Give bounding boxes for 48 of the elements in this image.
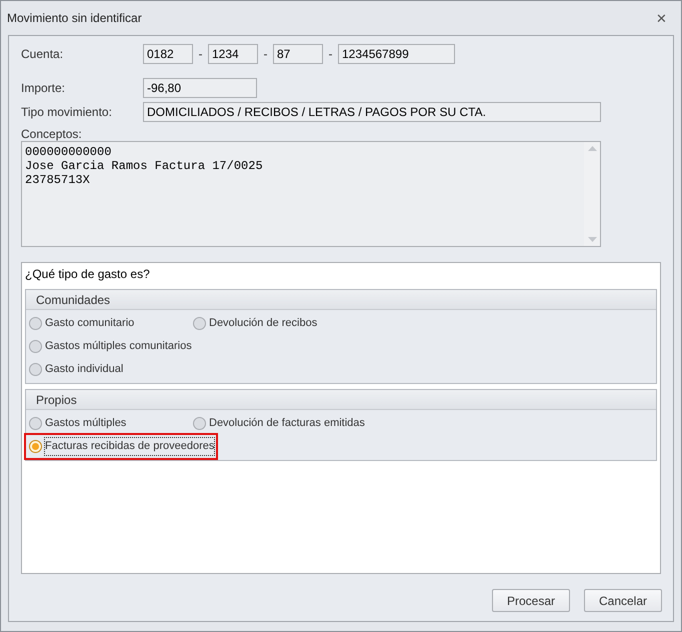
radio-button[interactable] [29,317,42,330]
text-line: 000000000000 [25,145,112,159]
field-label: Importe: [21,80,66,97]
close-button[interactable]: ✕ [656,12,667,24]
radio-option[interactable]: Devolución de recibos [193,312,320,335]
scrollbar[interactable] [584,142,600,246]
separator-text: - [262,46,268,63]
option-label: Devolución de facturas emitidas [209,416,365,432]
radio-button[interactable] [193,317,206,330]
read-only-field[interactable]: DOMICILIADOS / RECIBOS / LETRAS / PAGOS POR SU CTA. [143,102,601,122]
radio-option[interactable]: Facturas recibidas de proveedores [26,435,216,458]
read-only-field[interactable]: 87 [273,44,323,64]
radio-option[interactable]: Gastos múltiples [29,412,193,435]
radio-button[interactable] [29,440,42,453]
text-area[interactable]: 000000000000 Jose Garcia Ramos Factura 17/0025 23785713X [21,141,601,247]
radio-option[interactable]: Gasto individual [29,358,126,381]
dialog-button[interactable]: Procesar [492,589,570,612]
radio-button[interactable] [193,417,206,430]
option-label: Gastos múltiples comunitarios [45,339,192,354]
read-only-field[interactable]: 0182 [143,44,193,64]
field-label: Conceptos: [21,126,83,141]
scroll-down-icon[interactable] [588,237,596,242]
separator-text: - [198,46,204,63]
window-title: Movimiento sin identificar [7,10,142,27]
read-only-field[interactable]: -96,80 [143,78,257,98]
text-line: 23785713X [25,173,91,187]
field-label: Tipo movimiento: [21,104,113,121]
group-header: Comunidades [26,290,656,310]
group-header: Propios [26,390,656,410]
question-text: ¿Qué tipo de gasto es? [25,266,151,283]
radio-option[interactable]: Gasto comunitario [29,312,193,335]
field-label: Cuenta: [21,46,64,63]
radio-option[interactable]: Devolución de facturas emitidas [193,412,367,435]
scroll-up-icon[interactable] [588,146,596,151]
read-only-field[interactable]: 1234567899 [338,44,455,64]
radio-button[interactable] [29,417,42,430]
option-label: Devolución de recibos [209,316,318,332]
option-label: Gasto individual [45,362,124,378]
option-label: Gasto comunitario [45,316,134,332]
dialog-button[interactable]: Cancelar [584,589,662,612]
option-label: Gastos múltiples [45,416,126,432]
radio-button[interactable] [29,340,42,353]
option-label: Facturas recibidas de proveedores [45,438,214,455]
radio-button[interactable] [29,363,42,376]
separator-text: - [328,46,334,63]
read-only-field[interactable]: 1234 [208,44,258,64]
radio-option[interactable]: Gastos múltiples comunitarios [29,335,194,358]
text-line: Jose Garcia Ramos Factura 17/0025 [25,159,264,173]
